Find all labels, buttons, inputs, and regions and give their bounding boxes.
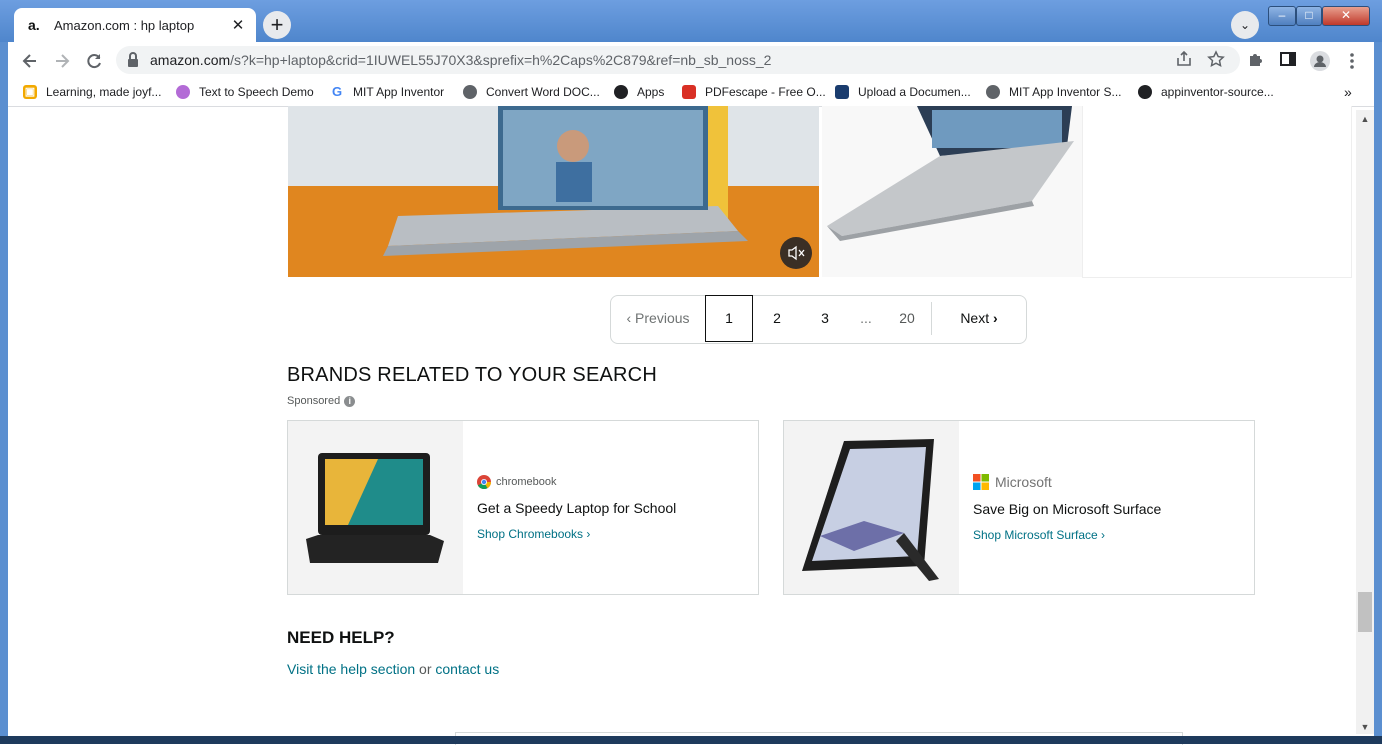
forward-arrow-icon[interactable] (51, 50, 73, 72)
microsoft-icon (973, 474, 989, 490)
microsoft-logo: Microsoft (973, 474, 1052, 490)
bookmark-label: Apps (637, 85, 665, 99)
info-icon[interactable]: i (344, 395, 356, 407)
new-tab-button[interactable]: + (263, 11, 291, 39)
google-icon: G (331, 84, 343, 99)
need-help-heading: NEED HELP? (287, 628, 395, 647)
tab-close-icon[interactable]: ✕ (230, 16, 246, 34)
sponsored-video[interactable] (288, 106, 819, 277)
help-or-text: or (415, 661, 436, 677)
bookmark-label: appinventor-source... (1161, 85, 1274, 99)
menu-kebab-icon[interactable] (1341, 50, 1363, 72)
window-frame-left (0, 42, 8, 744)
bookmark-appinventor-source[interactable]: appinventor-source... (1138, 83, 1274, 101)
amazon-favicon-icon: a. (28, 17, 40, 33)
bookmark-mit-app-inventor-s[interactable]: MIT App Inventor S... (986, 83, 1122, 101)
bookmark-mit-app-inventor[interactable]: G MIT App Inventor (330, 83, 444, 101)
previous-label: Previous (635, 310, 690, 326)
shop-chromebooks-link[interactable]: Shop Chromebooks › (477, 527, 590, 541)
bookmark-label: Learning, made joyf... (46, 85, 162, 99)
chromebook-card-title[interactable]: Get a Speedy Laptop for School (477, 500, 676, 516)
pdf-icon (682, 85, 696, 99)
sponsored-text: Sponsored (287, 395, 341, 407)
url-host: amazon.com (150, 52, 231, 68)
upload-icon (835, 85, 849, 99)
microsoft-logo-text: Microsoft (995, 474, 1052, 490)
mute-button[interactable] (780, 237, 812, 269)
profile-avatar-icon[interactable] (1309, 50, 1331, 72)
page-3-button[interactable]: 3 (803, 296, 847, 341)
previous-page-button[interactable]: ‹ Previous (612, 296, 704, 341)
product-image[interactable] (822, 106, 1082, 277)
side-panel-icon[interactable] (1277, 50, 1299, 72)
contact-us-link[interactable]: contact us (435, 661, 499, 677)
globe-icon (986, 85, 1000, 99)
pagination-divider (931, 302, 932, 335)
taskbar (0, 736, 1382, 744)
learning-icon: ▣ (23, 85, 37, 99)
url-path: /s?k=hp+laptop&crid=1IUWEL55J70X3&sprefi… (230, 52, 772, 68)
apps-icon (614, 85, 628, 99)
scroll-down-arrow-icon[interactable]: ▼ (1356, 720, 1374, 734)
minimize-button[interactable]: – (1268, 6, 1296, 26)
bookmark-star-icon[interactable] (1205, 50, 1227, 72)
bookmark-pdfescape[interactable]: PDFescape - Free O... (682, 83, 826, 101)
scroll-up-arrow-icon[interactable]: ▲ (1356, 112, 1374, 126)
bookmark-upload-document[interactable]: Upload a Documen... (835, 83, 971, 101)
page-20-button[interactable]: 20 (887, 296, 927, 341)
help-text: Visit the help section or contact us (287, 661, 499, 677)
scrollbar-thumb[interactable] (1358, 592, 1372, 632)
chromebook-logo-text: chromebook (496, 476, 557, 488)
chromebook-image[interactable] (288, 421, 463, 594)
browser-tab[interactable]: a. Amazon.com : hp laptop ✕ (14, 8, 256, 42)
chevron-left-icon: ‹ (626, 310, 636, 326)
help-section-link[interactable]: Visit the help section (287, 661, 415, 677)
pagination-ellipsis: ... (860, 310, 872, 326)
github-icon (1138, 85, 1152, 99)
bookmark-apps[interactable]: Apps (614, 83, 664, 101)
page-1-button[interactable]: 1 (705, 295, 753, 342)
chrome-icon (477, 475, 491, 489)
share-icon[interactable] (1173, 50, 1195, 72)
bookmark-label: Text to Speech Demo (199, 85, 314, 99)
bookmarks-overflow-button[interactable]: » (1344, 83, 1352, 101)
chromebook-logo: chromebook (477, 475, 557, 489)
product-card (1082, 106, 1352, 278)
sponsored-label: Sponsored i (287, 395, 356, 407)
video-frame-image (288, 106, 819, 277)
next-label: Next (960, 310, 990, 326)
tab-search-button[interactable]: ⌄ (1231, 11, 1259, 39)
brands-heading: BRANDS RELATED TO YOUR SEARCH (287, 364, 657, 386)
bookmark-label: MIT App Inventor (353, 85, 445, 99)
bookmark-learning[interactable]: ▣ Learning, made joyf... (23, 83, 161, 101)
globe-icon (463, 85, 477, 99)
extensions-puzzle-icon[interactable] (1245, 50, 1267, 72)
bookmark-label: Upload a Documen... (858, 85, 971, 99)
bookmark-label: PDFescape - Free O... (705, 85, 826, 99)
lock-icon[interactable] (126, 51, 140, 69)
bookmark-label: Convert Word DOC... (486, 85, 600, 99)
window-frame-right (1374, 42, 1382, 744)
maximize-button[interactable]: □ (1296, 6, 1322, 26)
microsoft-card-title[interactable]: Save Big on Microsoft Surface (973, 501, 1161, 517)
chevron-right-icon: › (989, 310, 998, 326)
shop-microsoft-surface-link[interactable]: Shop Microsoft Surface › (973, 528, 1105, 542)
tab-title: Amazon.com : hp laptop (54, 17, 195, 33)
bookmark-label: MIT App Inventor S... (1009, 85, 1122, 99)
url-text[interactable]: amazon.com/s?k=hp+laptop&crid=1IUWEL55J7… (150, 52, 771, 68)
speech-icon (176, 85, 190, 99)
laptop-image (822, 106, 1082, 277)
reload-icon[interactable] (83, 50, 105, 72)
surface-image[interactable] (784, 421, 959, 594)
next-page-button[interactable]: Next › (940, 296, 1018, 341)
bookmark-text-to-speech[interactable]: Text to Speech Demo (176, 83, 314, 101)
close-window-button[interactable]: ✕ (1322, 6, 1370, 26)
back-arrow-icon[interactable] (19, 50, 41, 72)
vertical-scrollbar[interactable] (1356, 110, 1374, 734)
bookmark-convert-word[interactable]: Convert Word DOC... (463, 83, 600, 101)
page-2-button[interactable]: 2 (755, 296, 799, 341)
